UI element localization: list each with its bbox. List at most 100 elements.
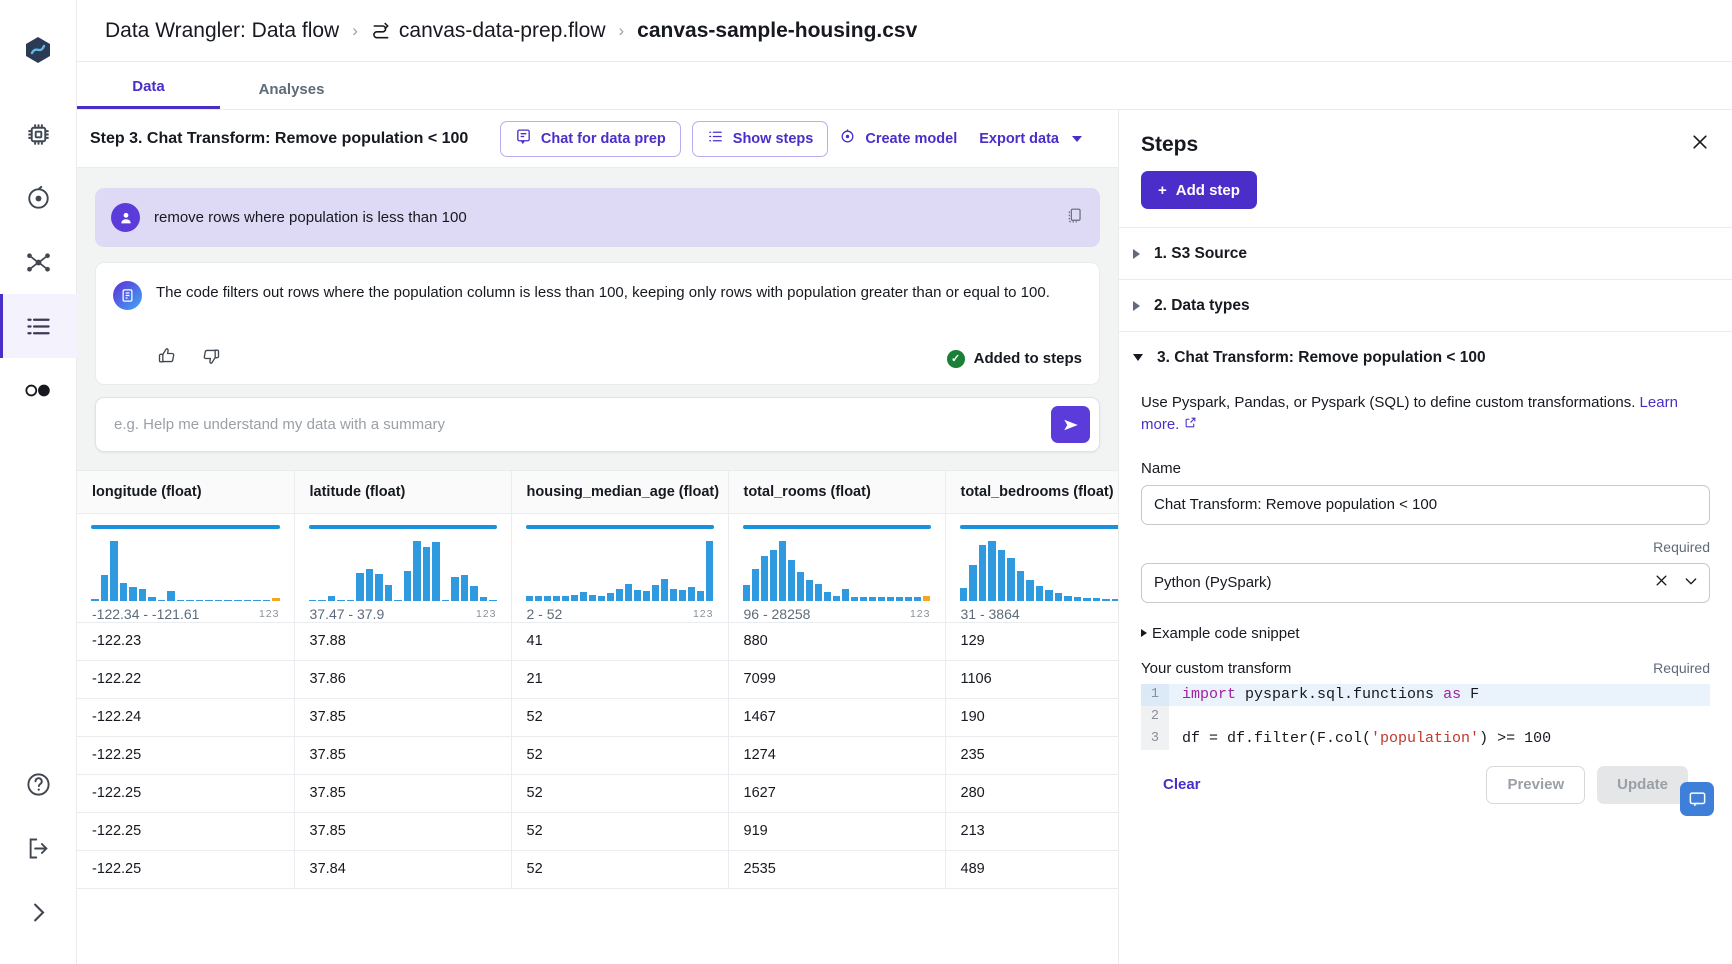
show-steps-button[interactable]: Show steps — [692, 121, 829, 157]
histogram — [512, 514, 728, 601]
breadcrumb-flow[interactable]: canvas-data-prep.flow — [399, 19, 606, 43]
column-type-badge: 123 — [910, 608, 931, 620]
table-head: longitude (float) latitude (float) housi… — [77, 471, 1118, 622]
code-text[interactable]: import pyspark.sql.functions as F — [1169, 684, 1710, 706]
histogram-bar — [860, 597, 867, 601]
histogram-bar — [423, 547, 431, 601]
chat-bot-actions: ✓ Added to steps — [113, 346, 1082, 371]
code-line: 2 — [1141, 706, 1710, 728]
sidebar-item-toggle[interactable] — [0, 358, 77, 422]
step-item-label: 2. Data types — [1154, 297, 1250, 315]
histogram-bars — [309, 538, 497, 601]
table-cell: -122.25 — [77, 774, 294, 812]
histogram-bar — [1017, 571, 1025, 601]
clear-selection-icon[interactable] — [1654, 573, 1669, 593]
add-step-button[interactable]: + Add step — [1141, 171, 1257, 209]
histogram-bar — [688, 587, 695, 601]
thumbs-up-icon[interactable] — [157, 346, 177, 371]
table-row[interactable]: -122.2237.862170991106 — [77, 660, 1118, 698]
custom-transform-label: Your custom transform — [1141, 660, 1291, 677]
sidebar-item-pipelines[interactable] — [0, 230, 77, 294]
sidebar-item-experiments[interactable] — [0, 166, 77, 230]
language-select[interactable]: Python (PySpark) — [1141, 563, 1710, 603]
histogram-bar — [914, 597, 921, 601]
chevron-right-icon[interactable] — [0, 880, 77, 944]
column-histogram: 31 - 3864123 — [945, 513, 1118, 622]
step-toolbar: Step 3. Chat Transform: Remove populatio… — [77, 110, 1118, 168]
feedback-chat-icon[interactable] — [1680, 782, 1714, 816]
histogram-bar — [167, 591, 175, 601]
table-row[interactable]: -122.2537.8552919213 — [77, 812, 1118, 850]
step-item-chat-transform[interactable]: 3. Chat Transform: Remove population < 1… — [1119, 331, 1732, 383]
create-model-label: Create model — [865, 131, 957, 147]
data-table-scroll[interactable]: longitude (float) latitude (float) housi… — [77, 470, 1118, 964]
clear-button[interactable]: Clear — [1163, 776, 1201, 793]
close-icon[interactable] — [1690, 132, 1710, 157]
histogram-bar — [896, 597, 903, 601]
histogram-bar — [244, 600, 252, 601]
create-model-button[interactable]: Create model — [839, 128, 957, 149]
column-header-latitude[interactable]: latitude (float) — [294, 471, 511, 513]
histogram-bar — [394, 600, 402, 601]
breadcrumb-root[interactable]: Data Wrangler: Data flow — [105, 19, 339, 43]
histogram-bar — [634, 590, 641, 601]
tab-analyses[interactable]: Analyses — [220, 81, 363, 109]
column-range: 2 - 52 — [527, 606, 563, 622]
histogram-bar — [580, 592, 587, 601]
histogram-bar — [761, 556, 768, 601]
table-row[interactable]: -122.2437.85521467190 — [77, 698, 1118, 736]
histogram-bar — [120, 583, 128, 601]
chat-user-message: remove rows where population is less tha… — [95, 188, 1100, 247]
table-row[interactable]: -122.2537.84522535489 — [77, 850, 1118, 888]
copy-icon[interactable] — [1065, 206, 1084, 230]
step-item-s3-source[interactable]: 1. S3 Source — [1119, 227, 1732, 279]
logout-icon[interactable] — [0, 816, 77, 880]
external-link-icon[interactable] — [1184, 416, 1197, 433]
histogram-bars — [526, 538, 714, 601]
table-row[interactable]: -122.2337.8841880129 — [77, 622, 1118, 660]
sidebar-item-data-wrangler[interactable] — [0, 294, 77, 358]
histogram-bar — [385, 585, 393, 601]
example-code-snippet-toggle[interactable]: Example code snippet — [1141, 625, 1710, 642]
table-cell: 37.86 — [294, 660, 511, 698]
column-header-housing-median-age[interactable]: housing_median_age (float) — [511, 471, 728, 513]
table-row[interactable]: -122.2537.85521627280 — [77, 774, 1118, 812]
add-step-label: Add step — [1176, 182, 1240, 199]
code-line: 1import pyspark.sql.functions as F — [1141, 684, 1710, 706]
chat-icon — [515, 128, 532, 149]
code-text[interactable]: df = df.filter(F.col('population') >= 10… — [1169, 728, 1710, 750]
sidebar-item-chip[interactable] — [0, 102, 77, 166]
histogram-footer: 96 - 28258123 — [729, 601, 945, 622]
name-field[interactable]: Chat Transform: Remove population < 100 — [1141, 485, 1710, 525]
column-header-longitude[interactable]: longitude (float) — [77, 471, 294, 513]
send-button[interactable] — [1051, 406, 1090, 443]
step-actions: Clear Preview Update — [1141, 750, 1710, 804]
table-row[interactable]: -122.2537.85521274235 — [77, 736, 1118, 774]
export-data-button[interactable]: Export data — [979, 131, 1082, 147]
table-cell: 52 — [511, 812, 728, 850]
histogram-bar — [205, 600, 213, 601]
breadcrumb-current: canvas-sample-housing.csv — [637, 19, 917, 43]
export-data-label: Export data — [979, 131, 1059, 147]
histogram-bar — [470, 586, 478, 601]
histogram — [946, 514, 1119, 601]
histogram-bar — [461, 575, 469, 601]
chat-for-data-prep-button[interactable]: Chat for data prep — [500, 121, 681, 157]
step-item-data-types[interactable]: 2. Data types — [1119, 279, 1732, 331]
thumbs-down-icon[interactable] — [201, 346, 221, 371]
code-text[interactable] — [1169, 706, 1710, 728]
column-header-total-bedrooms[interactable]: total_bedrooms (float) — [945, 471, 1118, 513]
column-header-total-rooms[interactable]: total_rooms (float) — [728, 471, 945, 513]
histogram-bar — [91, 599, 99, 601]
histogram-footer: -122.34 - -121.61123 — [77, 601, 294, 622]
code-editor[interactable]: 1import pyspark.sql.functions as F23df =… — [1141, 684, 1710, 750]
status-badge: ✓ Added to steps — [947, 350, 1082, 368]
chat-input[interactable] — [114, 416, 1051, 433]
histogram-bar — [480, 597, 488, 601]
steps-header: Steps — [1119, 110, 1732, 157]
help-circle-icon[interactable] — [0, 752, 77, 816]
chevron-down-icon[interactable] — [1683, 573, 1699, 593]
tab-data[interactable]: Data — [77, 78, 220, 109]
preview-button[interactable]: Preview — [1486, 766, 1585, 804]
main-area: Data Wrangler: Data flow › canvas-data-p… — [77, 0, 1732, 964]
